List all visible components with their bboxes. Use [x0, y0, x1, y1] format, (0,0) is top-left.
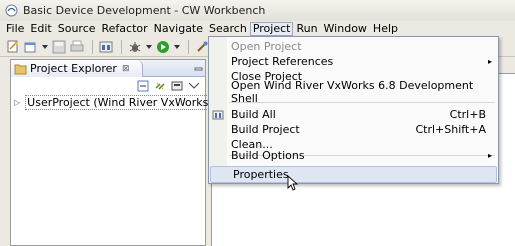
- menu-item-label: Project References: [231, 55, 334, 68]
- save-icon[interactable]: [51, 39, 67, 55]
- new-icon[interactable]: [23, 39, 39, 55]
- menu-source[interactable]: Source: [55, 22, 99, 36]
- menu-item-label: Build Options: [231, 149, 305, 162]
- project-explorer-icon: [14, 64, 27, 74]
- run-icon[interactable]: [155, 39, 171, 55]
- minimize-icon[interactable]: [194, 62, 203, 71]
- menu-edit[interactable]: Edit: [27, 22, 54, 36]
- panel-window-buttons: [194, 62, 203, 71]
- menu-project[interactable]: Project: [249, 21, 294, 36]
- submenu-arrow-icon: ▸: [487, 57, 492, 66]
- run-dropdown-icon[interactable]: [173, 39, 180, 55]
- tab-project-explorer[interactable]: Project Explorer ⊠: [11, 60, 143, 77]
- workbench-app-icon: [5, 4, 18, 17]
- build-icon[interactable]: [98, 39, 114, 55]
- panel-tab-bar: Project Explorer ⊠: [11, 60, 205, 77]
- collapse-all-icon[interactable]: [136, 79, 150, 93]
- menu-item-label: Open Wind River VxWorks 6.8 Development …: [231, 78, 474, 105]
- close-icon[interactable]: ⊠: [122, 64, 130, 74]
- new-wizard-icon[interactable]: [5, 39, 21, 55]
- title-bar: Basic Device Development - CW Workbench: [0, 0, 515, 21]
- view-menu-icon[interactable]: [187, 79, 201, 93]
- menu-file[interactable]: File: [3, 22, 27, 36]
- link-with-editor-icon[interactable]: [153, 79, 167, 93]
- menu-navigate[interactable]: Navigate: [151, 22, 206, 36]
- menu-search[interactable]: Search: [206, 22, 250, 36]
- menu-item-build-options[interactable]: Build Options ▸: [209, 147, 498, 164]
- tree-item-userproject[interactable]: ▷ UserProject (Wind River VxWorks 6.8 Do…: [11, 94, 270, 110]
- panel-toolbar: [11, 77, 205, 94]
- project-explorer-panel: Project Explorer ⊠ ▷ UserProject (Wind R…: [10, 59, 270, 246]
- expand-icon[interactable]: ▷: [14, 98, 20, 107]
- menu-item-label: Open Project: [231, 40, 302, 53]
- project-menu-dropdown: Open Project Project References ▸ Close …: [208, 36, 499, 184]
- filter-icon[interactable]: [170, 79, 184, 93]
- menu-item-accelerator: Ctrl+B: [449, 108, 486, 121]
- mouse-cursor-icon: [287, 175, 299, 191]
- menu-separator: [229, 102, 495, 103]
- menu-help[interactable]: Help: [370, 22, 401, 36]
- tab-label: Project Explorer: [30, 62, 117, 75]
- menu-window[interactable]: Window: [321, 22, 370, 36]
- build-all-icon: [212, 110, 224, 119]
- debug-icon[interactable]: [127, 39, 143, 55]
- new-dropdown-icon[interactable]: [41, 39, 48, 55]
- toolbar-separator: [188, 39, 189, 54]
- menu-item-properties[interactable]: Properties: [210, 166, 497, 183]
- toolbar-separator: [92, 39, 93, 54]
- toolbar-separator: [121, 39, 122, 54]
- menu-item-accelerator: Ctrl+Shift+A: [415, 123, 486, 136]
- menu-refactor[interactable]: Refactor: [99, 22, 151, 36]
- menu-item-open-development-shell[interactable]: Open Wind River VxWorks 6.8 Development …: [209, 79, 498, 105]
- debug-dropdown-icon[interactable]: [145, 39, 152, 55]
- menu-item-label: Build All: [231, 108, 276, 121]
- window-title: Basic Device Development - CW Workbench: [23, 4, 266, 17]
- submenu-arrow-icon: ▸: [487, 151, 492, 160]
- menu-run[interactable]: Run: [293, 22, 320, 36]
- menu-item-label: Properties: [233, 168, 289, 181]
- menu-item-label: Build Project: [231, 123, 300, 136]
- print-icon[interactable]: [69, 39, 85, 55]
- menu-bar: File Edit Source Refactor Navigate Searc…: [0, 21, 515, 36]
